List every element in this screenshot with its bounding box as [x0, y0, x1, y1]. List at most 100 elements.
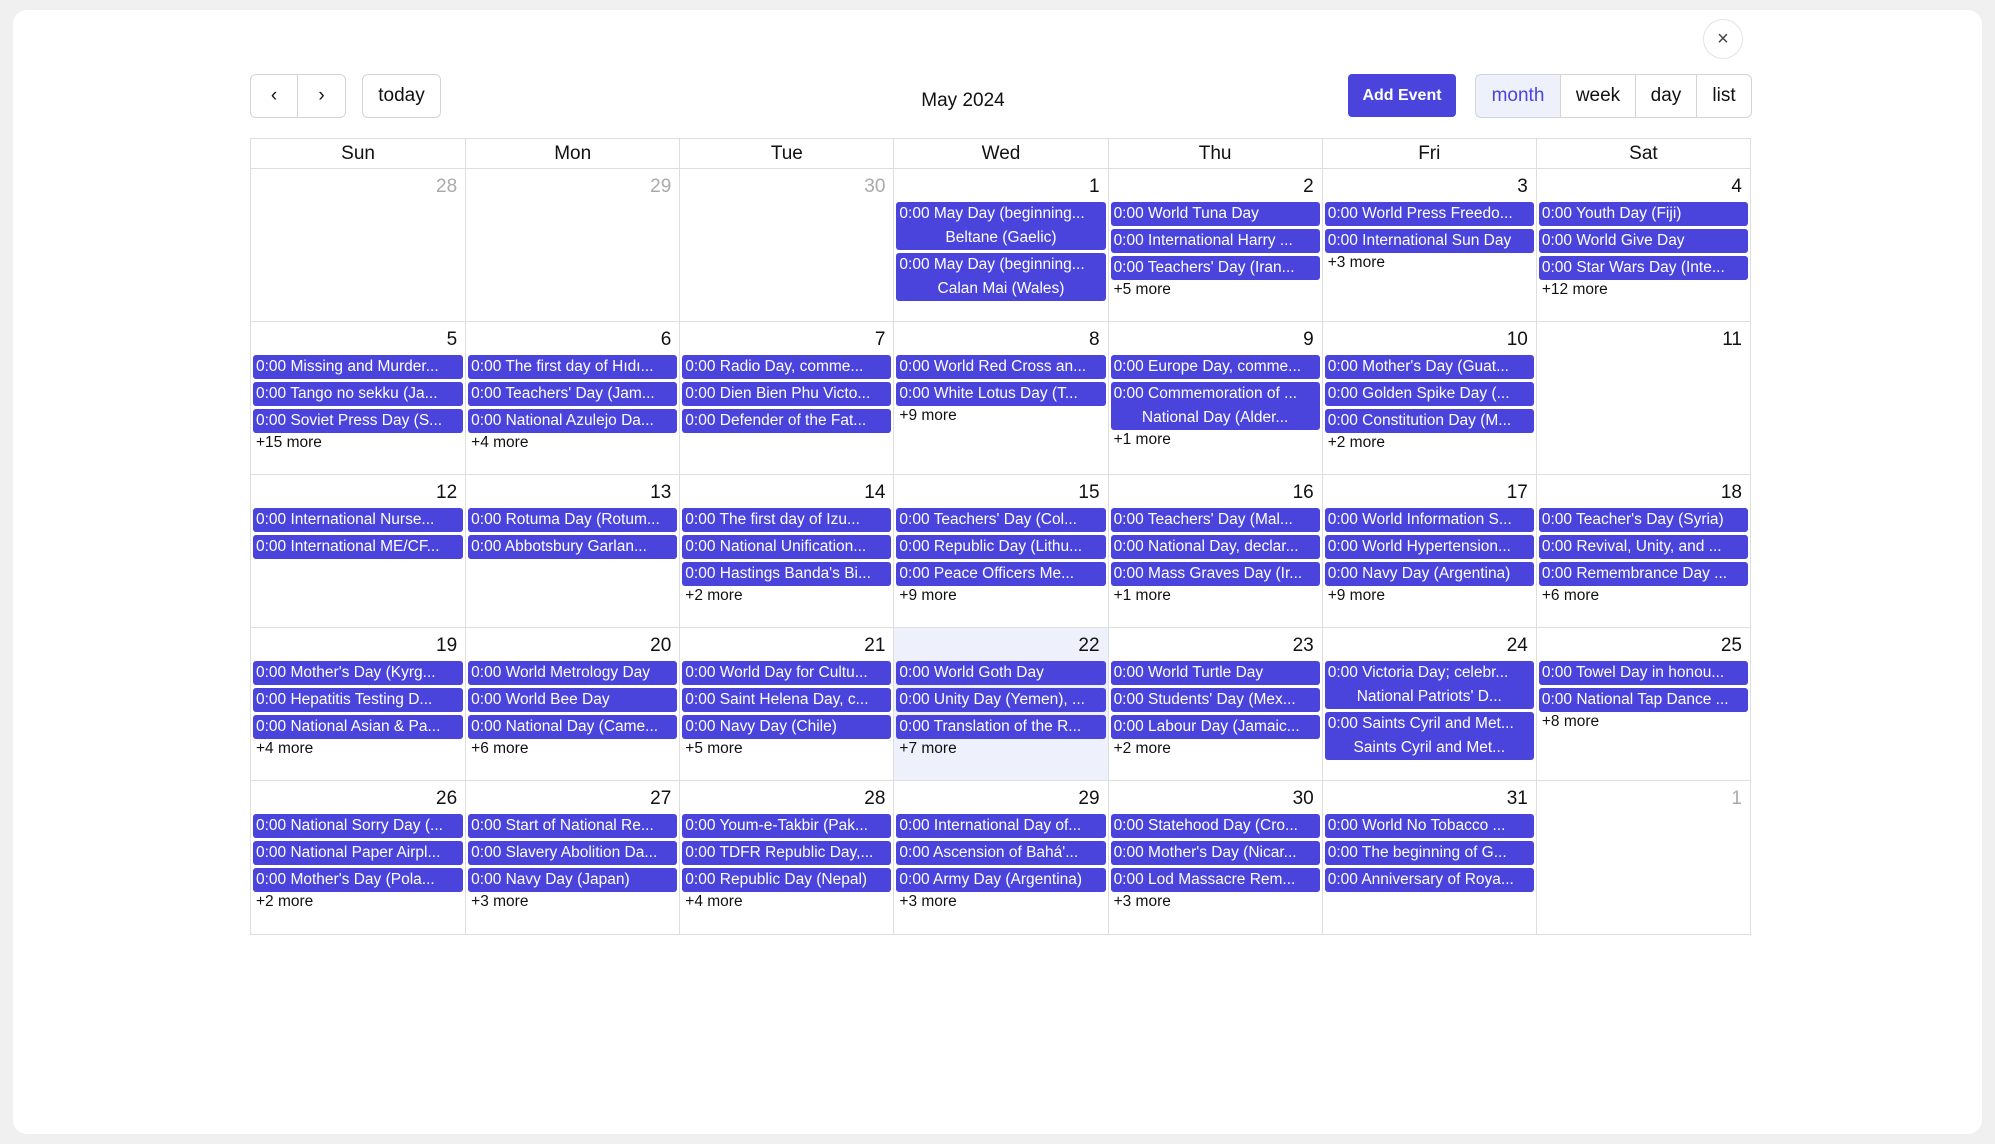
view-list-button[interactable]: list [1697, 74, 1752, 118]
event-chip[interactable]: 0:00 The first day of Hıdı... [468, 355, 678, 379]
day-number[interactable]: 17 [1325, 481, 1534, 508]
event-chip[interactable]: 0:00 Ascension of Bahá'... [896, 841, 1106, 865]
day-cell[interactable]: 23 0:00 World Turtle Day 0:00 Students' Da… [1107, 628, 1322, 780]
event-chip[interactable]: 0:00 Towel Day in honou... [1538, 661, 1748, 685]
event-chip[interactable]: 0:00 World Bee Day [468, 688, 678, 712]
more-events-link[interactable]: +3 more [468, 893, 677, 911]
event-chip[interactable]: 0:00 TDFR Republic Day,... [682, 841, 892, 865]
event-chip[interactable]: 0:00 Anniversary of Roya... [1324, 868, 1534, 892]
event-chip[interactable]: 0:00 Star Wars Day (Inte... [1538, 256, 1748, 280]
event-chip[interactable]: 0:00 Hastings Banda's Bi... [682, 562, 892, 586]
day-number[interactable]: 29 [896, 787, 1105, 814]
day-number[interactable]: 9 [1111, 328, 1320, 355]
event-chip[interactable]: 0:00 World Metrology Day [468, 661, 678, 685]
day-cell[interactable]: 29 [465, 169, 679, 321]
event-chip[interactable]: 0:00 Youth Day (Fiji) [1538, 202, 1748, 226]
day-number[interactable]: 1 [896, 175, 1105, 202]
day-number[interactable]: 28 [253, 175, 463, 202]
event-chip[interactable]: 0:00 Navy Day (Chile) [682, 715, 892, 739]
more-events-link[interactable]: +9 more [896, 587, 1105, 605]
day-number[interactable]: 19 [253, 634, 463, 661]
event-chip[interactable]: 0:00 National Unification... [682, 535, 892, 559]
event-chip[interactable]: 0:00 National Sorry Day (... [253, 814, 464, 838]
day-number[interactable]: 18 [1539, 481, 1748, 508]
event-chip[interactable]: 0:00 Unity Day (Yemen), ... [896, 688, 1106, 712]
day-number[interactable]: 28 [682, 787, 891, 814]
more-events-link[interactable]: +7 more [896, 740, 1105, 758]
event-chip[interactable]: 0:00 Mass Graves Day (Ir... [1110, 562, 1320, 586]
day-number[interactable]: 22 [896, 634, 1105, 661]
event-chip[interactable]: 0:00 May Day (beginning... Beltane (Gaeli… [896, 202, 1106, 250]
event-chip[interactable]: 0:00 Radio Day, comme... [682, 355, 892, 379]
event-chip[interactable]: 0:00 Translation of the R... [896, 715, 1106, 739]
day-number[interactable]: 14 [682, 481, 891, 508]
day-cell[interactable]: 13 0:00 Rotuma Day (Rotum... 0:00 Abbotsbu… [465, 475, 679, 627]
event-chip[interactable]: 0:00 Navy Day (Argentina) [1324, 562, 1534, 586]
day-number[interactable]: 1 [1539, 787, 1748, 814]
event-chip[interactable]: 0:00 Army Day (Argentina) [896, 868, 1106, 892]
event-chip[interactable]: 0:00 White Lotus Day (T... [896, 382, 1106, 406]
view-week-button[interactable]: week [1561, 74, 1636, 118]
day-number[interactable]: 3 [1325, 175, 1534, 202]
more-events-link[interactable]: +4 more [253, 740, 463, 758]
event-chip[interactable]: 0:00 Defender of the Fat... [682, 409, 892, 433]
day-number[interactable]: 29 [468, 175, 677, 202]
day-number[interactable]: 11 [1539, 328, 1748, 355]
event-chip[interactable]: 0:00 Rotuma Day (Rotum... [468, 508, 678, 532]
day-cell[interactable]: 29 0:00 International Day of... 0:00 Ascen… [893, 781, 1107, 934]
event-chip[interactable]: 0:00 International Nurse... [253, 508, 464, 532]
day-cell[interactable]: 20 0:00 World Metrology Day 0:00 World Bee… [465, 628, 679, 780]
event-chip[interactable]: 0:00 World Day for Cultu... [682, 661, 892, 685]
more-events-link[interactable]: +5 more [1111, 281, 1320, 299]
event-chip[interactable]: 0:00 World Goth Day [896, 661, 1106, 685]
event-chip[interactable]: 0:00 World Hypertension... [1324, 535, 1534, 559]
more-events-link[interactable]: +3 more [1325, 254, 1534, 272]
day-cell[interactable]: 25 0:00 Towel Day in honou... 0:00 Nationa… [1535, 628, 1750, 780]
event-chip[interactable]: 0:00 Start of National Re... [468, 814, 678, 838]
event-chip[interactable]: 0:00 National Azulejo Da... [468, 409, 678, 433]
event-chip[interactable]: 0:00 International Day of... [896, 814, 1106, 838]
day-cell[interactable]: 2 0:00 World Tuna Day 0:00 International H… [1107, 169, 1322, 321]
day-number[interactable]: 24 [1325, 634, 1534, 661]
event-chip[interactable]: 0:00 Mother's Day (Pola... [253, 868, 464, 892]
day-cell[interactable]: 9 0:00 Europe Day, comme... 0:00 Commemora… [1107, 322, 1322, 474]
event-chip[interactable]: 0:00 Statehood Day (Cro... [1110, 814, 1320, 838]
day-number[interactable]: 21 [682, 634, 891, 661]
day-cell[interactable]: 11 [1535, 322, 1750, 474]
day-cell[interactable]: 3 0:00 World Press Freedo... 0:00 Internat… [1321, 169, 1536, 321]
more-events-link[interactable]: +9 more [896, 407, 1105, 425]
day-number[interactable]: 31 [1325, 787, 1534, 814]
day-cell[interactable]: 17 0:00 World Information S... 0:00 World … [1321, 475, 1536, 627]
event-chip[interactable]: 0:00 Navy Day (Japan) [468, 868, 678, 892]
event-chip[interactable]: 0:00 Hepatitis Testing D... [253, 688, 464, 712]
event-chip[interactable]: 0:00 Labour Day (Jamaic... [1110, 715, 1320, 739]
event-chip[interactable]: 0:00 Teachers' Day (Mal... [1110, 508, 1320, 532]
event-chip[interactable]: 0:00 World Tuna Day [1110, 202, 1320, 226]
event-chip[interactable]: 0:00 Teacher's Day (Syria) [1538, 508, 1748, 532]
event-chip[interactable]: 0:00 National Tap Dance ... [1538, 688, 1748, 712]
event-chip[interactable]: 0:00 Revival, Unity, and ... [1538, 535, 1748, 559]
day-number[interactable]: 7 [682, 328, 891, 355]
add-event-button[interactable]: Add Event [1348, 74, 1456, 117]
day-number[interactable]: 6 [468, 328, 677, 355]
event-chip[interactable]: 0:00 National Paper Airpl... [253, 841, 464, 865]
event-chip[interactable]: 0:00 Dien Bien Phu Victo... [682, 382, 892, 406]
more-events-link[interactable]: +2 more [1111, 740, 1320, 758]
day-number[interactable]: 12 [253, 481, 463, 508]
event-chip[interactable]: 0:00 International Sun Day [1324, 229, 1534, 253]
day-cell[interactable]: 1 [1535, 781, 1750, 934]
day-cell[interactable]: 18 0:00 Teacher's Day (Syria) 0:00 Revival… [1535, 475, 1750, 627]
event-chip[interactable]: 0:00 World Information S... [1324, 508, 1534, 532]
day-cell[interactable]: 31 0:00 World No Tobacco ... 0:00 The begi… [1321, 781, 1536, 934]
day-cell[interactable]: 8 0:00 World Red Cross an... 0:00 White Lo… [893, 322, 1107, 474]
event-chip[interactable]: 0:00 Teachers' Day (Jam... [468, 382, 678, 406]
more-events-link[interactable]: +5 more [682, 740, 891, 758]
day-number[interactable]: 15 [896, 481, 1105, 508]
more-events-link[interactable]: +2 more [1325, 434, 1534, 452]
day-cell[interactable]: 14 0:00 The first day of Izu... 0:00 Natio… [679, 475, 893, 627]
event-chip[interactable]: 0:00 Missing and Murder... [253, 355, 464, 379]
event-chip[interactable]: 0:00 Abbotsbury Garlan... [468, 535, 678, 559]
more-events-link[interactable]: +3 more [896, 893, 1105, 911]
day-cell[interactable]: 19 0:00 Mother's Day (Kyrg... 0:00 Hepatit… [251, 628, 465, 780]
event-chip[interactable]: 0:00 Remembrance Day ... [1538, 562, 1748, 586]
